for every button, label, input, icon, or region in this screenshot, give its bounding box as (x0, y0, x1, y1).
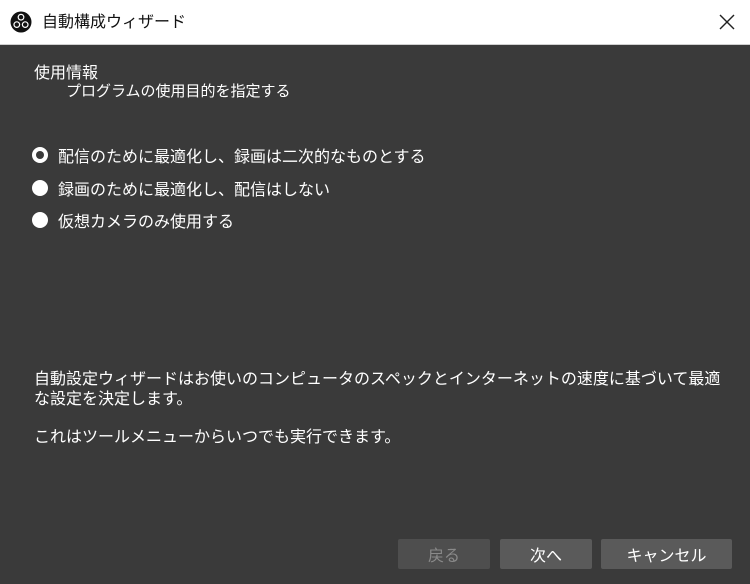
radio-button[interactable] (32, 180, 48, 196)
radio-label: 配信のために最適化し、録画は二次的なものとする (58, 147, 426, 166)
wizard-content: 使用情報 プログラムの使用目的を指定する 配信のために最適化し、録画は二次的なも… (0, 45, 750, 584)
radio-option-record[interactable]: 録画のために最適化し、配信はしない (32, 176, 330, 200)
next-button[interactable]: 次へ (500, 539, 592, 569)
window-title: 自動構成ウィザード (42, 12, 187, 31)
radio-button[interactable] (32, 212, 48, 228)
close-button[interactable] (704, 0, 750, 44)
cancel-button[interactable]: キャンセル (601, 539, 732, 569)
obs-logo-icon (10, 11, 32, 33)
radio-label: 仮想カメラのみ使用する (58, 212, 235, 231)
title-bar: 自動構成ウィザード (0, 0, 750, 45)
radio-label: 録画のために最適化し、配信はしない (58, 180, 331, 199)
radio-button-selected[interactable] (32, 147, 48, 163)
back-button[interactable]: 戻る (398, 539, 490, 569)
radio-option-virtual-camera[interactable]: 仮想カメラのみ使用する (32, 208, 234, 232)
close-icon (719, 14, 735, 30)
section-subtitle: プログラムの使用目的を指定する (66, 82, 291, 100)
radio-option-stream[interactable]: 配信のために最適化し、録画は二次的なものとする (32, 143, 426, 167)
info-text: 自動設定ウィザードはお使いのコンピュータのスペックとインターネットの速度に基づい… (34, 369, 721, 408)
info-note: これはツールメニューからいつでも実行できます。 (34, 427, 401, 446)
